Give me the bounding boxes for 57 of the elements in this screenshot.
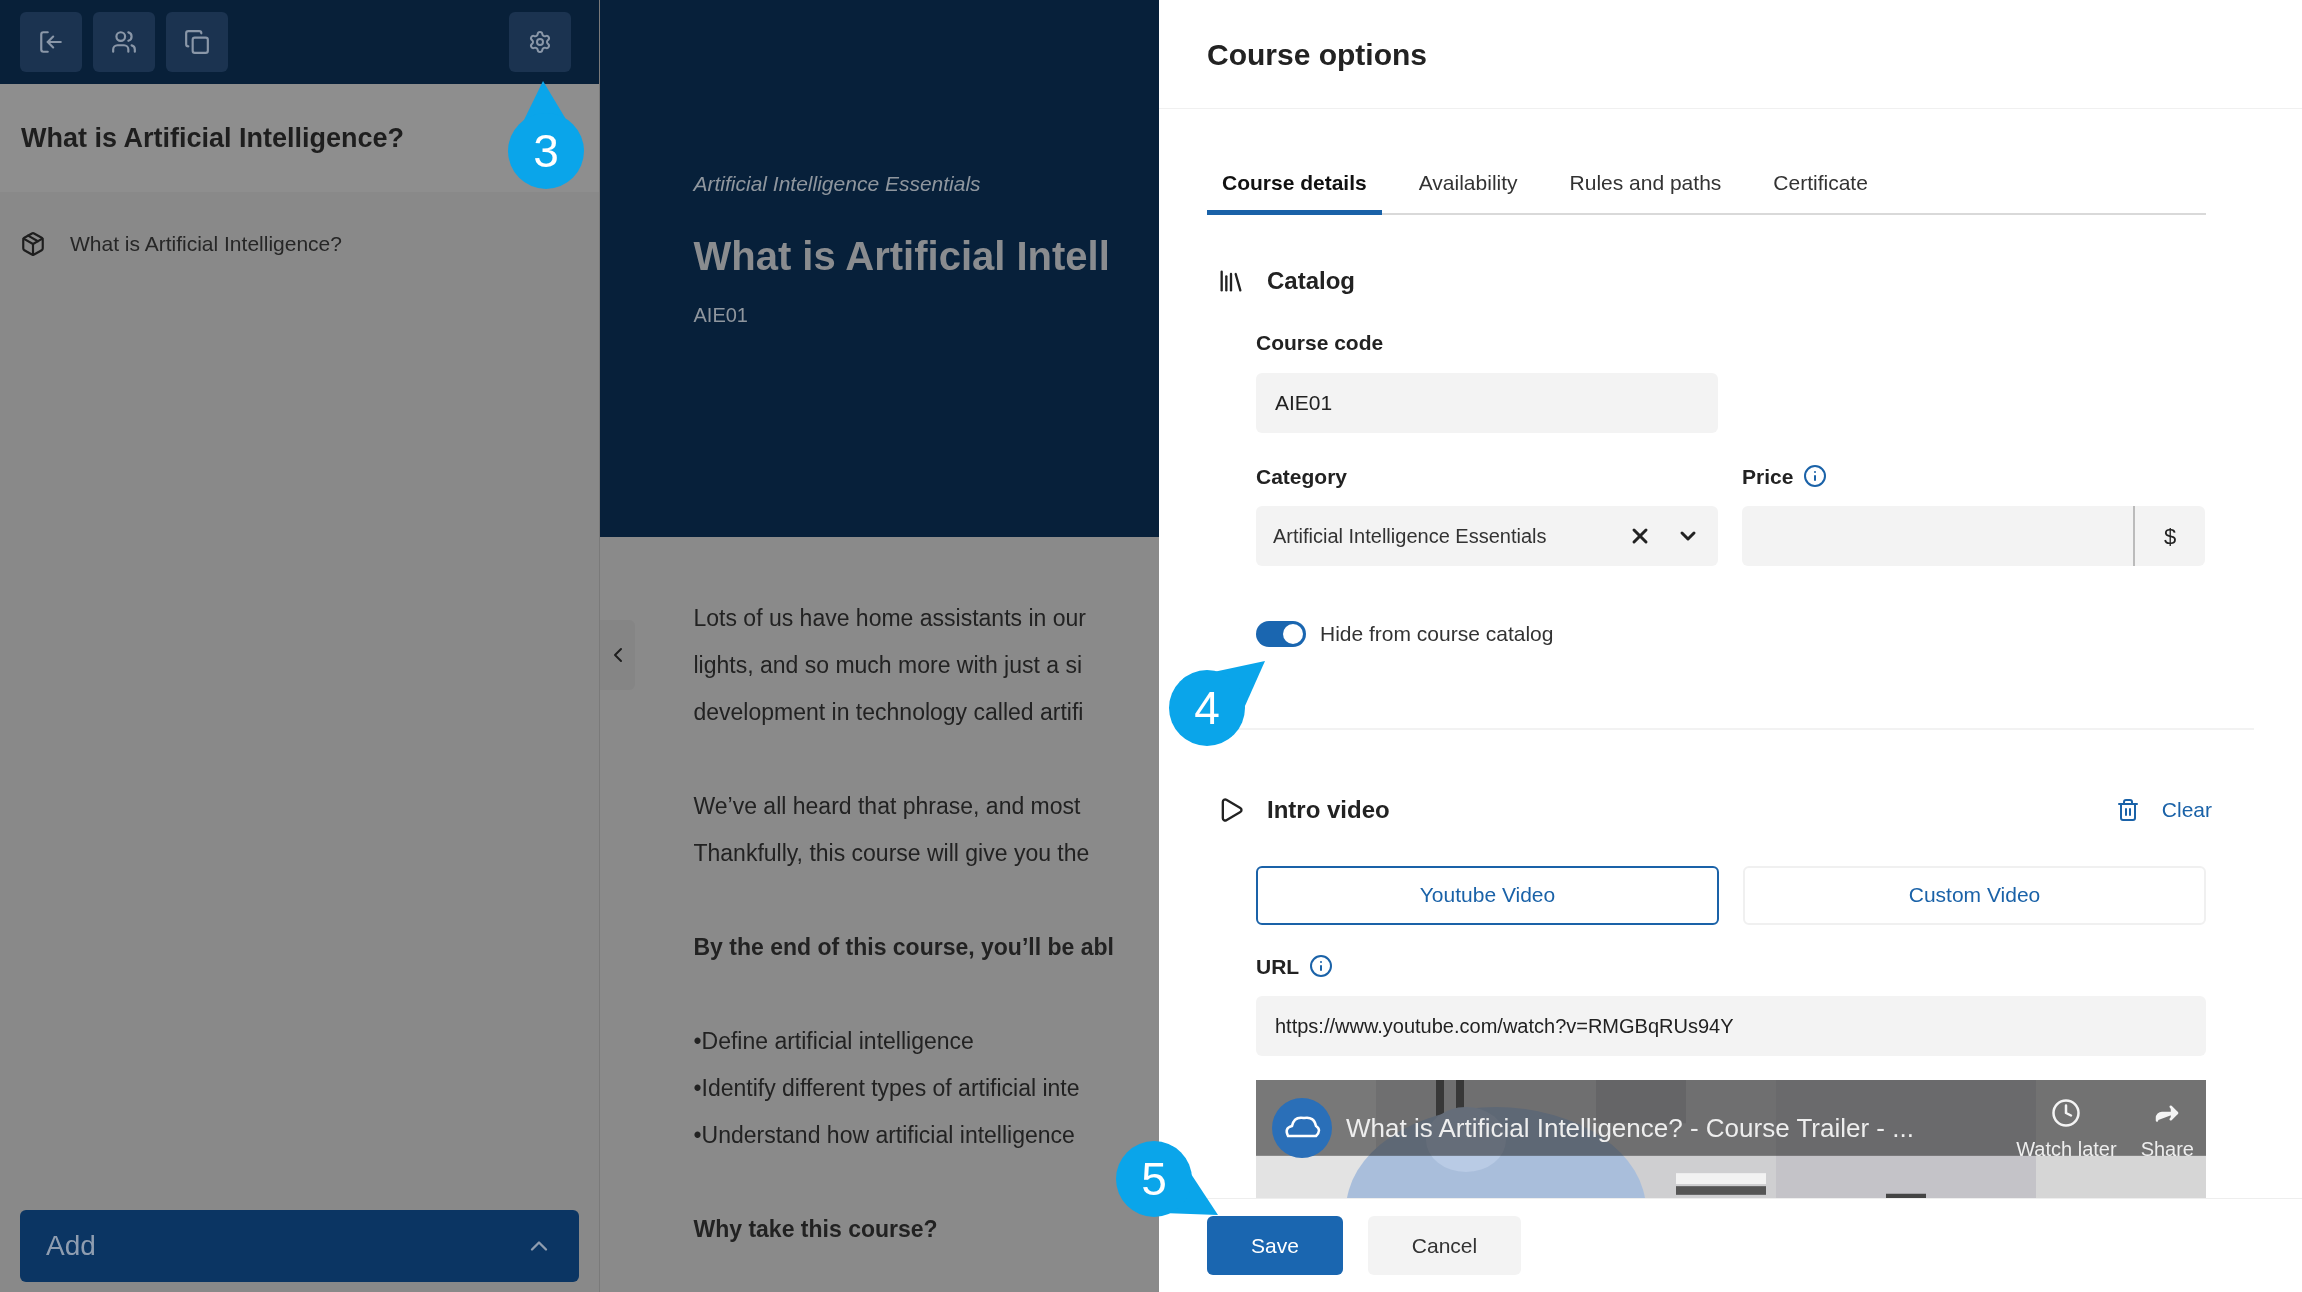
sidebar-item[interactable]: What is Artificial Intelligence? <box>0 224 600 264</box>
settings-button[interactable] <box>509 12 572 72</box>
add-button[interactable]: Add <box>20 1210 580 1282</box>
panel-title: Course options <box>1207 36 1427 73</box>
callout-number: 5 <box>1141 1156 1167 1202</box>
course-code: AIE01 <box>693 302 749 328</box>
section-heading: Why take this course? <box>693 1215 939 1244</box>
save-button[interactable]: Save <box>1207 1216 1343 1275</box>
video-action-button[interactable]: Watch later <box>2016 1098 2117 1164</box>
clear-button[interactable]: Clear <box>2115 793 2212 826</box>
course-category: Artificial Intelligence Essentials <box>693 171 982 197</box>
section-title: Intro video <box>1267 794 1391 825</box>
field-label: Category <box>1256 463 1349 490</box>
sidebar-title: What is Artificial Intelligence? <box>21 121 405 155</box>
video-action-button[interactable]: Share <box>2140 1098 2194 1164</box>
trash-icon <box>2115 797 2140 822</box>
video-source-button[interactable]: Youtube Video <box>1256 865 1719 925</box>
paragraph-line: Lots of us have home assistants in our <box>693 604 1087 633</box>
paragraph-line: Thankfully, this course will give you the <box>693 839 1091 868</box>
field-label: Price <box>1742 463 1794 490</box>
settings-icon <box>528 30 553 54</box>
tab[interactable]: Certificate <box>1758 155 1883 215</box>
clock-icon <box>2051 1098 2082 1128</box>
channel-logo <box>1272 1098 1332 1158</box>
users-icon <box>111 29 137 55</box>
cancel-button[interactable]: Cancel <box>1368 1216 1521 1275</box>
paragraph-line: lights, and so much more with just a si <box>693 651 1084 680</box>
toggle-label: Hide from course catalog <box>1320 621 1554 647</box>
copy-icon <box>184 29 210 55</box>
callout-number: 3 <box>533 128 559 174</box>
url-field[interactable]: https://www.youtube.com/watch?v=RMGBqRUs94Y <box>1256 996 2206 1056</box>
toggle-switch[interactable] <box>1256 620 1306 647</box>
paragraph-line: •Understand how artificial intelligence <box>693 1121 1076 1150</box>
tab[interactable]: Availability <box>1403 155 1533 215</box>
tab[interactable]: Course details <box>1207 155 1382 215</box>
paragraph-line: development in technology called artifi <box>693 698 1085 727</box>
exit-icon <box>38 29 64 55</box>
paragraph-line: •Identify different types of artificial inte <box>693 1074 1081 1103</box>
field-label: Course code <box>1256 330 1385 356</box>
info-icon[interactable] <box>1803 464 1828 489</box>
section-heading: By the end of this course, you’ll be abl <box>693 933 1115 962</box>
section-title: Catalog <box>1267 266 1355 296</box>
box-icon <box>20 231 46 257</box>
paragraph-line: We’ve all heard that phrase, and most <box>693 792 1082 821</box>
users-button[interactable] <box>93 12 155 72</box>
exit-button[interactable] <box>20 12 82 72</box>
course-code-field[interactable]: AIE01 <box>1256 372 1718 433</box>
info-icon[interactable] <box>1309 954 1334 979</box>
tab[interactable]: Rules and paths <box>1554 155 1737 215</box>
copy-button[interactable] <box>166 12 228 72</box>
paragraph-line: •Define artificial intelligence <box>693 1027 975 1056</box>
callout-number: 4 <box>1194 685 1220 731</box>
category-select[interactable]: Artificial Intelligence Essentials <box>1256 506 1718 566</box>
video-title: What is Artificial Intelligence? - Course Trailer - ... <box>1346 1111 1914 1145</box>
course-title: What is Artificial Intell <box>693 232 1111 280</box>
video-source-button[interactable]: Custom Video <box>1743 865 2206 925</box>
field-label: URL <box>1256 953 1300 980</box>
